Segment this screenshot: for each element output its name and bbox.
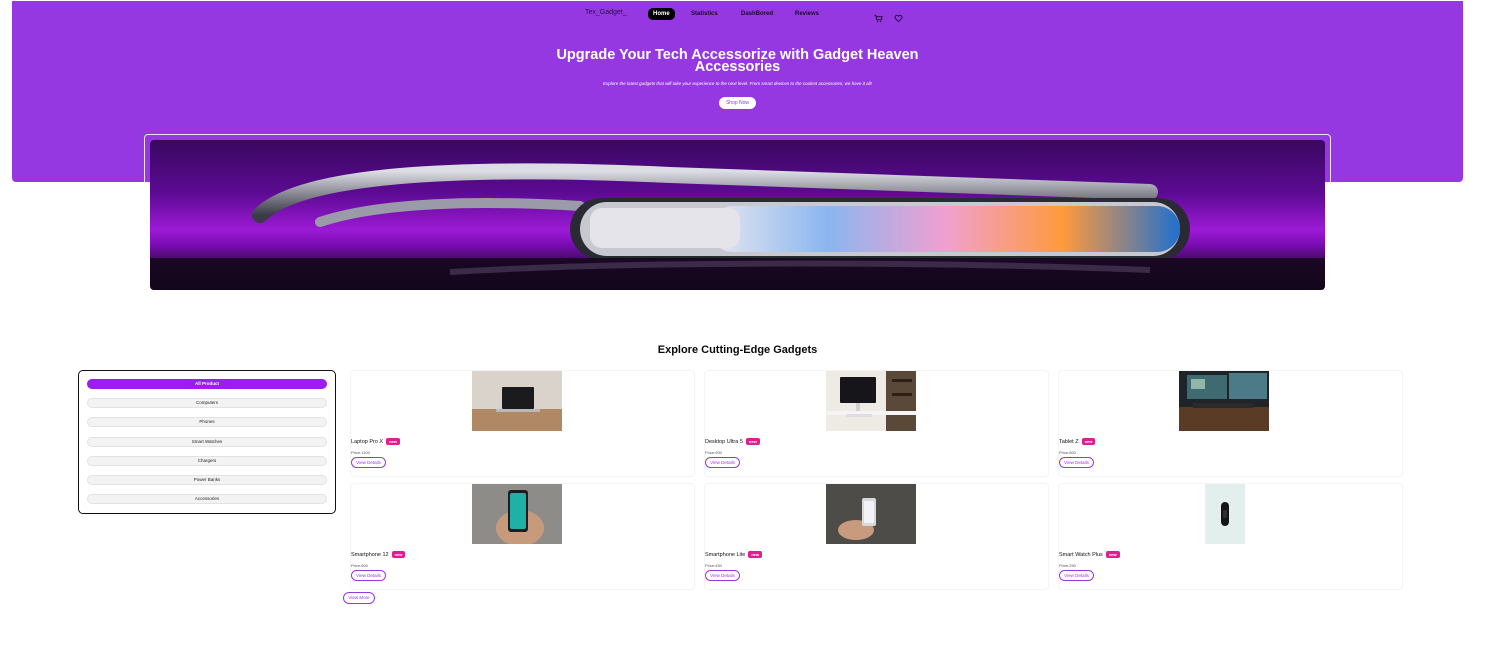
shop-now-button[interactable]: Shop Now bbox=[719, 97, 756, 109]
category-chargers[interactable]: Chargers bbox=[87, 456, 327, 466]
product-price: Price:600 bbox=[1059, 450, 1076, 455]
heart-icon[interactable] bbox=[894, 10, 903, 23]
product-card: Desktop Ultra 5 new Price:900 View Detail… bbox=[704, 370, 1049, 477]
product-name: Desktop Ultra 5 new bbox=[705, 438, 760, 445]
view-details-button[interactable]: View Details bbox=[1059, 457, 1094, 468]
new-badge: new bbox=[391, 551, 406, 558]
nav-reviews[interactable]: Reviews bbox=[795, 8, 819, 20]
product-name: Smartphone 12 new bbox=[351, 551, 406, 558]
new-badge: new bbox=[745, 438, 760, 445]
product-image-tablet[interactable] bbox=[1179, 371, 1269, 431]
product-card: Smart Watch Plus new Price:250 View Detai… bbox=[1058, 483, 1403, 590]
nav-dashboard[interactable]: DashBored bbox=[741, 8, 773, 20]
product-card: Tablet Znew Price:600 View Details bbox=[1058, 370, 1403, 477]
new-badge: new bbox=[1081, 438, 1096, 445]
hero-banner-image bbox=[150, 140, 1325, 290]
product-name-text: Smart Watch Plus bbox=[1059, 551, 1103, 558]
category-power-banks[interactable]: Power Banks bbox=[87, 475, 327, 485]
product-image-laptop[interactable] bbox=[472, 371, 562, 431]
product-name-text: Tablet Z bbox=[1059, 438, 1079, 445]
product-name: Smartphone Lite new bbox=[705, 551, 763, 558]
hero-title-line-2: Accessories bbox=[694, 59, 781, 75]
new-badge: new bbox=[386, 438, 400, 445]
category-smart-watches[interactable]: Smart Watches bbox=[87, 437, 327, 447]
product-image-smartphone-lite[interactable] bbox=[826, 484, 916, 544]
hero-title: Upgrade Your Tech Accessorize with Gadge… bbox=[12, 48, 1463, 75]
category-all-product[interactable]: All Product bbox=[87, 379, 327, 389]
product-card: Laptop Pro Xnew Price:1100 View Details bbox=[350, 370, 695, 477]
main-nav: Home Statistics DashBored Reviews bbox=[12, 8, 1463, 23]
product-price: Price:250 bbox=[1059, 563, 1076, 568]
product-price: Price:900 bbox=[705, 450, 722, 455]
product-name: Laptop Pro Xnew bbox=[351, 438, 400, 445]
nav-statistics[interactable]: Statistics bbox=[691, 8, 718, 20]
view-details-button[interactable]: View Details bbox=[705, 570, 740, 581]
product-name-text: Desktop Ultra 5 bbox=[705, 438, 743, 445]
category-computers[interactable]: Computers bbox=[87, 398, 327, 408]
product-card: Smartphone Lite new Price:450 View Detail… bbox=[704, 483, 1049, 590]
product-image-smartphone[interactable] bbox=[472, 484, 562, 544]
product-price: Price:450 bbox=[705, 563, 722, 568]
product-name-text: Smartphone 12 bbox=[351, 551, 389, 558]
new-badge: new bbox=[748, 551, 763, 558]
product-name: Smart Watch Plus new bbox=[1059, 551, 1120, 558]
view-details-button[interactable]: View Details bbox=[351, 457, 386, 468]
category-sidebar: All Product Computers Phones Smart Watch… bbox=[78, 370, 336, 514]
product-image-desktop[interactable] bbox=[826, 371, 916, 431]
hero-subtitle: Explore the latest gadgets that will tak… bbox=[603, 81, 872, 86]
product-name-text: Smartphone Lite bbox=[705, 551, 746, 558]
category-accessories[interactable]: Accessories bbox=[87, 494, 327, 504]
view-details-button[interactable]: View Details bbox=[1059, 570, 1094, 581]
view-details-button[interactable]: View Details bbox=[705, 457, 740, 468]
product-image-smart-watch[interactable] bbox=[1205, 484, 1245, 544]
nav-home[interactable]: Home bbox=[648, 8, 675, 20]
product-price: Price:800 bbox=[351, 563, 368, 568]
view-more-button[interactable]: View More bbox=[343, 592, 375, 604]
cart-icon[interactable] bbox=[874, 10, 883, 23]
view-details-button[interactable]: View Details bbox=[351, 570, 386, 581]
category-phones[interactable]: Phones bbox=[87, 417, 327, 427]
new-badge: new bbox=[1105, 551, 1120, 558]
section-title: Explore Cutting-Edge Gadgets bbox=[657, 344, 818, 356]
product-card: Smartphone 12 new Price:800 View Details bbox=[350, 483, 695, 590]
product-name-text: Laptop Pro X bbox=[351, 438, 384, 445]
product-name: Tablet Znew bbox=[1059, 438, 1096, 445]
product-price: Price:1100 bbox=[351, 450, 370, 455]
